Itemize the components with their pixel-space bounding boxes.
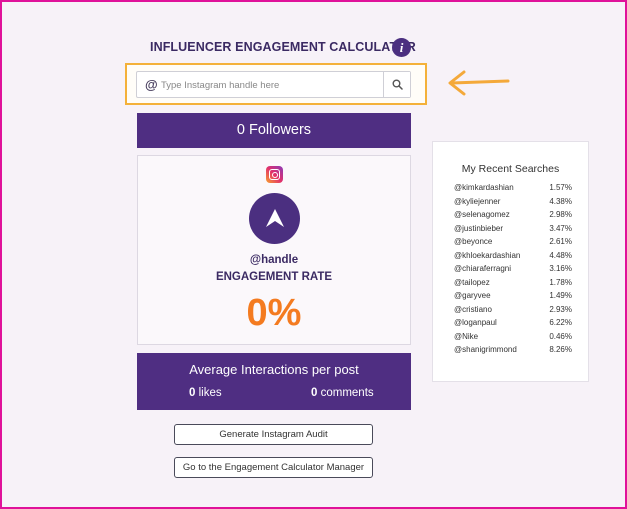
list-item[interactable]: @cristiano 2.93% bbox=[454, 305, 572, 319]
avatar bbox=[249, 193, 300, 244]
profile-handle: @handle bbox=[249, 254, 299, 266]
recent-rate: 2.61% bbox=[549, 237, 572, 246]
recent-rate: 4.48% bbox=[549, 250, 572, 260]
interactions-heading: Average Interactions per post bbox=[189, 362, 359, 377]
engagement-manager-button[interactable]: Go to the Engagement Calculator Manager bbox=[174, 457, 373, 478]
search-icon bbox=[392, 79, 403, 90]
list-item[interactable]: @selenagomez 2.98% bbox=[454, 210, 572, 224]
recent-rate: 1.49% bbox=[549, 291, 572, 300]
recent-rate: 3.16% bbox=[549, 264, 572, 273]
search-button[interactable] bbox=[383, 72, 410, 97]
search-input[interactable] bbox=[161, 75, 379, 95]
recent-handle: @Nike bbox=[454, 331, 479, 341]
list-item[interactable]: @Nike 0.46% bbox=[454, 332, 572, 346]
screenshot-frame: INFLUENCER ENGAGEMENT CALCULATOR i @ 0 F… bbox=[0, 0, 627, 509]
list-item[interactable]: @tailopez 1.78% bbox=[454, 278, 572, 292]
recent-handle: @kimkardashian bbox=[454, 183, 514, 192]
list-item[interactable]: @beyonce 2.61% bbox=[454, 237, 572, 251]
recent-handle: @selenagomez bbox=[454, 210, 510, 219]
engagement-rate-label: ENGAGEMENT RATE bbox=[215, 271, 333, 283]
recent-handle: @garyvee bbox=[454, 291, 491, 300]
engagement-rate-value: 0% bbox=[246, 292, 302, 334]
recent-searches-list: @kimkardashian 1.57% @kyliejenner 4.38% @s… bbox=[454, 183, 572, 359]
recent-rate: 3.47% bbox=[549, 223, 572, 233]
recent-rate: 2.98% bbox=[549, 210, 572, 219]
followers-count: 0 Followers bbox=[137, 113, 411, 148]
recent-rate: 1.57% bbox=[549, 183, 572, 192]
list-item[interactable]: @shanigrimmond 8.26% bbox=[454, 345, 572, 359]
list-item[interactable]: @loganpaul 6.22% bbox=[454, 318, 572, 332]
list-item[interactable]: @kimkardashian 1.57% bbox=[454, 183, 572, 197]
arrow-left-icon bbox=[448, 70, 510, 96]
list-item[interactable]: @justinbieber 3.47% bbox=[454, 224, 572, 238]
list-item[interactable]: @garyvee 1.49% bbox=[454, 291, 572, 305]
recent-searches-panel: My Recent Searches @kimkardashian 1.57% @… bbox=[432, 141, 589, 382]
generate-audit-button[interactable]: Generate Instagram Audit bbox=[174, 424, 373, 445]
list-item[interactable]: @khloekardashian 4.48% bbox=[454, 251, 572, 265]
at-icon: @ bbox=[145, 77, 158, 92]
recent-rate: 0.46% bbox=[549, 331, 572, 341]
search-bar: @ bbox=[136, 71, 411, 98]
comments-stat: 0 comments bbox=[311, 387, 374, 399]
page-title: INFLUENCER ENGAGEMENT CALCULATOR bbox=[150, 40, 416, 54]
recent-handle: @tailopez bbox=[454, 277, 490, 287]
profile-card: @handle ENGAGEMENT RATE 0% bbox=[137, 155, 411, 345]
likes-label: likes bbox=[195, 387, 222, 399]
info-icon[interactable]: i bbox=[392, 38, 411, 57]
recent-handle: @kyliejenner bbox=[454, 196, 501, 206]
recent-handle: @khloekardashian bbox=[454, 250, 521, 260]
instagram-icon bbox=[266, 166, 283, 183]
recent-rate: 8.26% bbox=[549, 345, 572, 354]
recent-rate: 1.78% bbox=[549, 277, 572, 287]
recent-handle: @justinbieber bbox=[454, 223, 504, 233]
recent-searches-title: My Recent Searches bbox=[461, 163, 560, 175]
comments-label: comments bbox=[317, 387, 374, 399]
recent-rate: 2.93% bbox=[549, 304, 572, 314]
likes-stat: 0 likes bbox=[189, 387, 222, 399]
list-item[interactable]: @chiaraferragni 3.16% bbox=[454, 264, 572, 278]
recent-handle: @cristiano bbox=[454, 304, 492, 314]
recent-rate: 4.38% bbox=[549, 196, 572, 206]
logo-icon bbox=[266, 209, 284, 227]
recent-handle: @loganpaul bbox=[454, 318, 497, 327]
recent-handle: @chiaraferragni bbox=[454, 264, 512, 273]
interactions-panel: Average Interactions per post 0 likes 0 … bbox=[137, 353, 411, 410]
recent-rate: 6.22% bbox=[549, 318, 572, 327]
list-item[interactable]: @kyliejenner 4.38% bbox=[454, 197, 572, 211]
recent-handle: @beyonce bbox=[454, 237, 493, 246]
recent-handle: @shanigrimmond bbox=[454, 345, 517, 354]
